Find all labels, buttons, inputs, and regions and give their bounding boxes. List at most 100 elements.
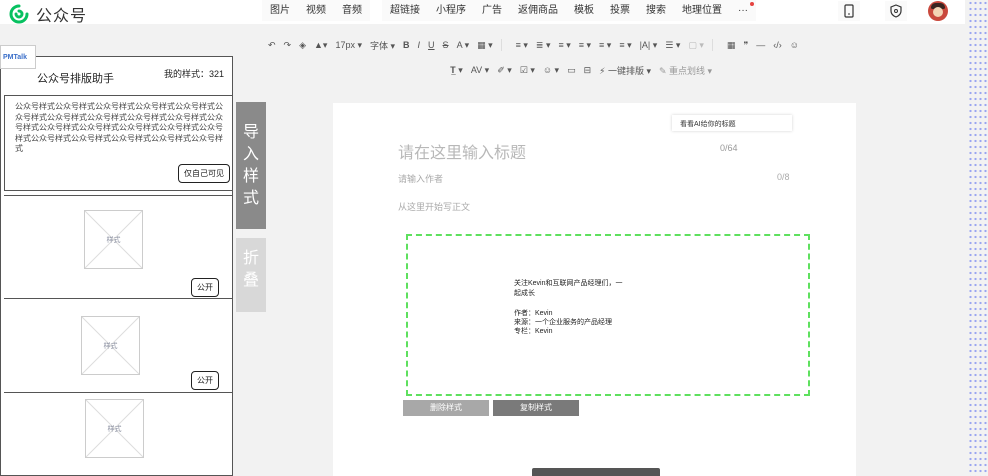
style-panel: 公众号排版助手 我的样式：321 公众号样式公众号样式公众号样式公众号样式公众号… [0,56,233,476]
menu-item-image[interactable]: 图片 [262,0,298,21]
brand[interactable]: 公众号 [8,2,87,26]
preview-author: 作者：Kevin [514,310,553,317]
archive-icon[interactable]: ⊟ [584,65,592,76]
title-char-count: 0/64 [720,143,738,153]
menu-item-template[interactable]: 模板 [566,0,602,21]
pmtalk-badge: PMTalk [0,45,36,69]
line-height-icon[interactable]: ≡ ▾ [579,40,591,51]
highlight-button[interactable]: ✎ 重点划线 ▾ [659,64,712,77]
letter-spacing-icon[interactable]: ≡ ▾ [619,40,631,51]
menu-item-video[interactable]: 视频 [298,0,334,21]
char-spacing-icon[interactable]: AV ▾ [471,65,489,76]
panel-title: 公众号排版助手 [37,73,114,85]
underline-icon[interactable]: U [428,40,435,50]
toolbar-separator [500,39,502,51]
style-card[interactable]: 样式 公开 [4,298,233,400]
quote-icon[interactable]: ❞ [743,40,748,51]
tab-char: 折 [242,250,259,267]
dotted-border [968,0,988,476]
emoji-icon[interactable]: ☺ [790,40,799,50]
font-color-icon[interactable]: A ▾ [457,40,470,51]
delete-style-button[interactable]: 删除样式 [403,400,489,416]
list-icon[interactable]: ☰ ▾ [665,40,680,51]
placeholder-label: 样式 [107,426,122,433]
checkbox-icon[interactable]: ☑ ▾ [520,65,535,76]
tab-char: 入 [242,146,259,163]
fold-tab[interactable]: 折 叠 [236,238,266,312]
public-toggle-button[interactable]: 公开 [191,278,219,297]
redo-icon[interactable]: ↷ [284,40,292,51]
code-icon[interactable]: ‹/› [773,40,782,50]
tab-char: 式 [242,190,259,207]
ai-title-hint[interactable]: 看看AI给你的标题 [672,115,792,131]
style-thumbnail: 样式 [84,210,143,269]
align-left-icon[interactable]: ≡ ▾ [516,40,528,51]
menu-item-ad[interactable]: 广告 [474,0,510,21]
toolbar-row-2: 𝐓̲ ▾ AV ▾ ✐ ▾ ☑ ▾ ☺ ▾ ▭ ⊟ ⚡ 一键排版 ▾ ✎ 重点划… [450,61,720,79]
bold-icon[interactable]: B [403,40,410,50]
auto-layout-button[interactable]: ⚡ 一键排版 ▾ [599,64,651,77]
avatar[interactable] [928,1,948,21]
bottom-action-bar[interactable] [532,468,660,476]
safety-button[interactable] [885,1,907,21]
clear-format-icon[interactable]: ▲▾ [314,40,327,51]
tab-char: 叠 [242,272,259,289]
divider-icon[interactable]: — [756,40,765,50]
style-card[interactable]: 样式 [4,392,233,476]
format-toolbar: ↶ ↷ ◈ ▲▾ 17px ▾ 字体 ▾ B I U S A ▾ ▦ ▾ ≡ ▾… [268,36,968,76]
strikethrough-icon[interactable]: S [443,40,449,50]
text-width-icon[interactable]: |A| ▾ [640,40,658,51]
copy-style-button[interactable]: 复制样式 [493,400,579,416]
title-input[interactable]: 请在这里输入标题 [398,139,526,163]
preview-follow-text: 关注Kevin和互联网产品经理们，一起成长 [514,280,623,297]
preview-column: 专栏：Kevin [514,328,553,335]
mobile-preview-button[interactable] [838,1,860,21]
style-sample-text: 公众号样式公众号样式公众号样式公众号样式公众号样式公众号样式公众号样式公众号样式… [15,102,223,153]
border-icon[interactable]: ▢ ▾ [688,40,704,51]
table-icon[interactable]: ▦ [727,40,736,51]
import-style-tab[interactable]: 导 入 样 式 [236,102,266,229]
notification-dot [750,2,754,6]
indent-icon[interactable]: ≣ ▾ [536,40,551,51]
menu-item-commission[interactable]: 返佣商品 [510,0,566,21]
toolbar-row-1: ↶ ↷ ◈ ▲▾ 17px ▾ 字体 ▾ B I U S A ▾ ▦ ▾ ≡ ▾… [268,36,968,54]
background-color-icon[interactable]: ▦ ▾ [477,40,493,51]
outdent-icon[interactable]: ≡ ▾ [558,40,570,51]
paragraph-spacing-icon[interactable]: ≡ ▾ [599,40,611,51]
placeholder-label: 样式 [103,343,118,350]
preview-source: 来源：一个企业服务的产品经理 [514,319,612,326]
author-input[interactable]: 请输入作者 [398,172,443,185]
shield-icon [890,4,902,18]
format-painter-icon[interactable]: ◈ [299,40,306,51]
undo-icon[interactable]: ↶ [268,40,276,51]
tab-char: 样 [242,168,259,185]
menu-item-vote[interactable]: 投票 [602,0,638,21]
menu-item-search[interactable]: 搜索 [638,0,674,21]
sticker-icon[interactable]: ☺ ▾ [543,65,559,76]
tab-char: 导 [242,124,259,141]
top-bar: 公众号 图片 视频 音频 超链接 小程序 广告 返佣商品 模板 投票 搜索 地理… [0,0,965,26]
more-label: ··· [738,5,748,16]
style-card-private[interactable]: 公众号样式公众号样式公众号样式公众号样式公众号样式公众号样式公众号样式公众号样式… [4,95,233,191]
insert-menu: 图片 视频 音频 超链接 小程序 广告 返佣商品 模板 投票 搜索 地理位置 ·… [262,0,756,24]
public-toggle-button[interactable]: 公开 [191,371,219,390]
style-thumbnail: 样式 [85,399,144,458]
menu-more-button[interactable]: ··· [730,0,756,21]
style-thumbnail: 样式 [81,316,140,375]
private-toggle-button[interactable]: 仅自己可见 [178,164,230,183]
body-input[interactable]: 从这里开始写正文 [398,200,470,213]
italic-icon[interactable]: I [418,40,421,50]
preview-meta: 作者：Kevin 来源：一个企业服务的产品经理 专栏：Kevin [514,309,612,336]
font-size-select[interactable]: 17px ▾ [335,40,362,51]
style-card[interactable]: 样式 公开 [4,195,233,297]
menu-item-link[interactable]: 超链接 [382,0,428,21]
text-style-icon[interactable]: 𝐓̲ ▾ [450,65,463,76]
html-icon[interactable]: ▭ [567,65,576,76]
avatar-face [933,7,943,17]
author-char-count: 0/8 [777,172,790,182]
pen-icon[interactable]: ✐ ▾ [497,65,512,76]
menu-item-location[interactable]: 地理位置 [674,0,730,21]
menu-item-miniprogram[interactable]: 小程序 [428,0,474,21]
font-family-select[interactable]: 字体 ▾ [370,39,395,52]
menu-item-audio[interactable]: 音频 [334,0,370,21]
